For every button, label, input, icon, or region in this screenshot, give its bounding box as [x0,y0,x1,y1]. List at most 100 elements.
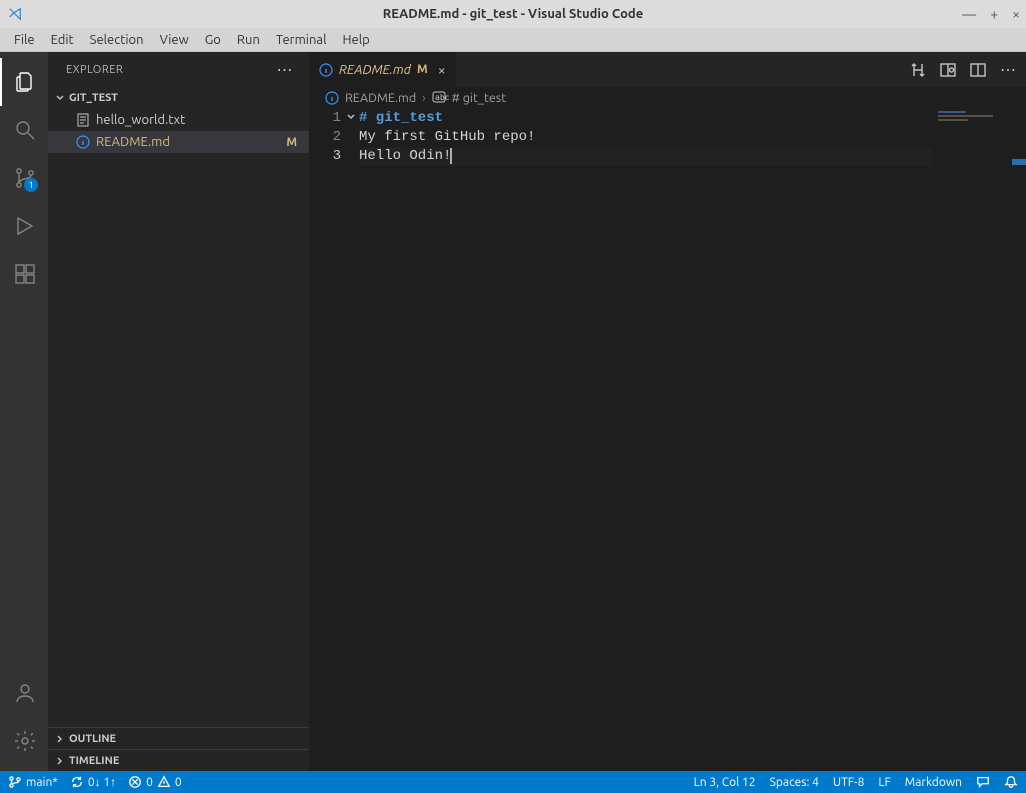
window-titlebar: README.md - git_test - Visual Studio Cod… [0,0,1026,28]
status-indent[interactable]: Spaces: 4 [770,776,819,789]
tab-label: README.md [339,63,411,77]
minimap[interactable] [932,109,1012,771]
line-number-gutter: 1 2 3 [309,109,359,771]
code-line: Hello Odin! [359,147,932,166]
line-number: 2 [309,128,359,147]
project-header[interactable]: GIT_TEST [48,87,309,109]
window-controls: — + × [962,6,1020,22]
info-file-icon [319,63,333,77]
maximize-button[interactable]: + [990,6,998,22]
editor-actions: ⋯ [910,52,1026,87]
code-line: My first GitHub repo! [359,128,932,147]
text-cursor [450,148,452,164]
breadcrumb-symbol: # git_test [452,91,507,105]
split-editor-icon[interactable] [970,62,986,78]
menu-edit[interactable]: Edit [43,31,82,49]
activity-run-debug[interactable] [0,202,48,250]
menu-selection[interactable]: Selection [82,31,152,49]
activity-explorer[interactable] [0,58,48,106]
account-icon [13,681,37,705]
gear-icon [13,729,37,753]
sidebar-header: EXPLORER ⋯ [48,52,309,87]
menu-terminal[interactable]: Terminal [268,31,335,49]
status-encoding[interactable]: UTF-8 [833,776,864,789]
status-feedback[interactable] [976,775,990,789]
activity-source-control[interactable]: 1 [0,154,48,202]
line-number: 3 [309,147,359,166]
menu-go[interactable]: Go [197,31,229,49]
error-icon [128,775,142,789]
sidebar-explorer: EXPLORER ⋯ GIT_TEST hello_world.txt READ… [48,52,309,771]
scrollbar-change-marker [1012,159,1026,165]
menubar: File Edit Selection View Go Run Terminal… [0,28,1026,52]
editor-more-button[interactable]: ⋯ [1000,60,1016,79]
activity-search[interactable] [0,106,48,154]
status-notifications[interactable] [1004,775,1018,789]
chevron-right-icon [54,755,66,767]
activity-extensions[interactable] [0,250,48,298]
symbol-icon: abc [432,91,446,106]
editor-body[interactable]: 1 2 3 # git_test My first GitHub repo! H… [309,109,1026,771]
menu-help[interactable]: Help [334,31,377,49]
file-tree: hello_world.txt README.md M [48,109,309,727]
breadcrumb-file: README.md [345,91,416,105]
info-file-icon [76,135,90,149]
status-sync[interactable]: 0↓ 1↑ [70,775,116,789]
timeline-label: TIMELINE [69,755,119,767]
activity-settings[interactable] [0,717,48,765]
status-cursor-pos[interactable]: Ln 3, Col 12 [694,776,756,789]
branch-icon [8,775,22,789]
scm-badge: 1 [24,178,38,192]
outline-section[interactable]: OUTLINE [48,727,309,749]
activity-bar: 1 [0,52,48,771]
status-eol[interactable]: LF [878,776,890,789]
vertical-scrollbar[interactable] [1012,109,1026,771]
minimize-button[interactable]: — [962,6,976,22]
text-file-icon [76,113,90,127]
sidebar-more-button[interactable]: ⋯ [277,60,294,79]
code-line: # git_test [359,109,932,128]
chevron-right-icon: › [422,91,426,105]
outline-label: OUTLINE [69,733,116,745]
tabs-row: README.md M × ⋯ [309,52,1026,87]
menu-view[interactable]: View [152,31,197,49]
tab-close-button[interactable]: × [438,62,446,78]
chevron-right-icon [54,733,66,745]
files-icon [13,70,37,94]
menu-run[interactable]: Run [229,31,268,49]
timeline-section[interactable]: TIMELINE [48,749,309,771]
close-button[interactable]: × [1012,6,1020,22]
play-bug-icon [13,214,37,238]
file-label: README.md [96,135,170,149]
tab-readme[interactable]: README.md M × [309,52,457,87]
file-row-hello-world[interactable]: hello_world.txt [48,109,309,131]
window-title: README.md - git_test - Visual Studio Cod… [383,7,643,21]
feedback-icon [976,775,990,789]
status-problems[interactable]: 0 0 [128,775,182,789]
chevron-down-icon [54,92,66,104]
status-branch[interactable]: main* [8,775,58,789]
breadcrumbs[interactable]: README.md › abc # git_test [309,87,1026,109]
modified-marker: M [286,136,297,149]
warning-icon [157,775,171,789]
status-language[interactable]: Markdown [905,776,962,789]
editor-region: README.md M × ⋯ README.md › abc # git_te… [309,52,1026,771]
activity-accounts[interactable] [0,669,48,717]
compare-changes-icon[interactable] [910,62,926,78]
app-icon [8,7,22,21]
sidebar-title: EXPLORER [66,64,123,76]
open-preview-icon[interactable] [940,62,956,78]
status-bar: main* 0↓ 1↑ 0 0 Ln 3, Col 12 Spaces: 4 U… [0,771,1026,793]
info-file-icon [325,91,339,105]
file-label: hello_world.txt [96,113,185,127]
search-icon [13,118,37,142]
bell-icon [1004,775,1018,789]
code-area[interactable]: # git_test My first GitHub repo! Hello O… [359,109,932,771]
svg-text:abc: abc [435,93,450,102]
project-name: GIT_TEST [69,92,118,104]
file-row-readme[interactable]: README.md M [48,131,309,153]
menu-file[interactable]: File [6,31,43,49]
extensions-icon [13,262,37,286]
sync-icon [70,775,84,789]
line-number: 1 [309,109,359,128]
